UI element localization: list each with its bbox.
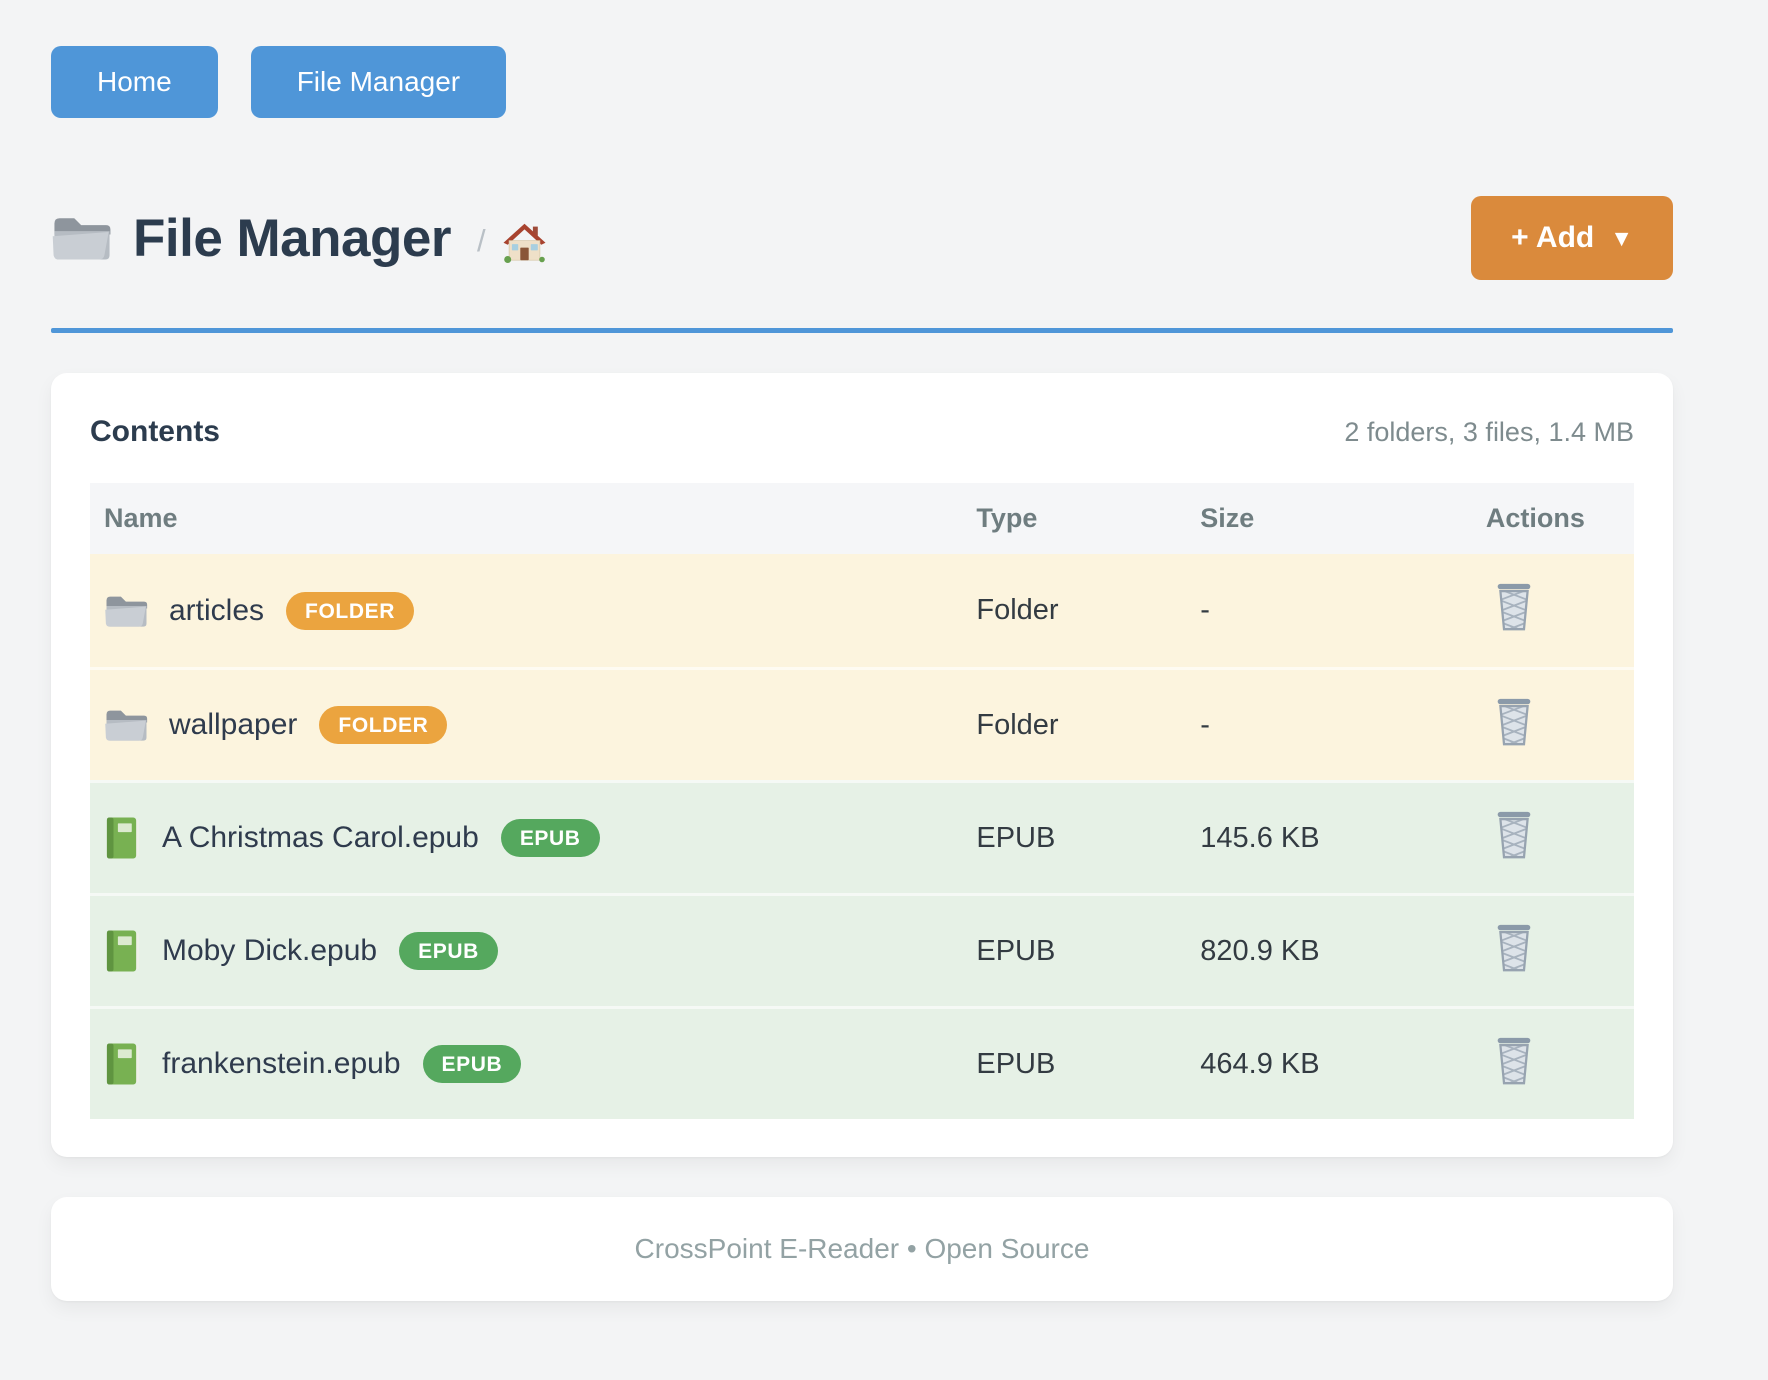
delete-button[interactable]	[1486, 810, 1534, 859]
title-divider	[51, 328, 1673, 333]
file-name-link[interactable]: Moby Dick.epub	[162, 934, 377, 968]
folder-badge: FOLDER	[286, 592, 414, 630]
table-row: frankenstein.epub EPUB EPUB 464.9 KB	[90, 1006, 1634, 1119]
footer-card: CrossPoint E-Reader • Open Source	[51, 1197, 1673, 1301]
folder-icon	[51, 212, 113, 264]
table-header-row: Name Type Size Actions	[90, 483, 1634, 554]
nav-home-button[interactable]: Home	[51, 46, 218, 118]
size-cell: 820.9 KB	[1186, 893, 1472, 1006]
folder-name-link[interactable]: articles	[169, 594, 264, 628]
type-cell: Folder	[962, 554, 1186, 667]
title-group: File Manager /	[51, 208, 547, 269]
size-cell: -	[1186, 667, 1472, 780]
book-icon	[104, 929, 142, 973]
footer-text: CrossPoint E-Reader • Open Source	[635, 1233, 1090, 1265]
add-button[interactable]: + Add ▼	[1471, 196, 1673, 280]
page: Home File Manager File Manager / + Add ▼…	[0, 0, 1768, 1301]
breadcrumb-separator: /	[477, 223, 486, 259]
size-cell: -	[1186, 554, 1472, 667]
folder-icon	[104, 706, 149, 744]
size-cell: 464.9 KB	[1186, 1006, 1472, 1119]
trash-icon	[1494, 810, 1534, 859]
file-name-link[interactable]: A Christmas Carol.epub	[162, 821, 479, 855]
table-row: wallpaper FOLDER Folder -	[90, 667, 1634, 780]
folder-name-link[interactable]: wallpaper	[169, 708, 297, 742]
epub-badge: EPUB	[399, 932, 498, 970]
column-header-actions: Actions	[1472, 483, 1634, 554]
type-cell: Folder	[962, 667, 1186, 780]
caret-down-icon: ▼	[1610, 225, 1633, 252]
house-icon	[502, 221, 547, 263]
column-header-type: Type	[962, 483, 1186, 554]
delete-button[interactable]	[1486, 923, 1534, 972]
contents-summary: 2 folders, 3 files, 1.4 MB	[1344, 417, 1634, 448]
type-cell: EPUB	[962, 780, 1186, 893]
contents-heading: Contents	[90, 415, 220, 449]
type-cell: EPUB	[962, 893, 1186, 1006]
files-table: Name Type Size Actions articles FOLDER F…	[90, 483, 1634, 1119]
table-row: Moby Dick.epub EPUB EPUB 820.9 KB	[90, 893, 1634, 1006]
page-title: File Manager	[133, 208, 451, 269]
epub-badge: EPUB	[501, 819, 600, 857]
file-name-link[interactable]: frankenstein.epub	[162, 1047, 401, 1081]
book-icon	[104, 1042, 142, 1086]
folder-icon	[104, 592, 149, 630]
trash-icon	[1494, 697, 1534, 746]
table-row: articles FOLDER Folder -	[90, 554, 1634, 667]
breadcrumb-home-link[interactable]	[502, 221, 547, 263]
book-icon	[104, 816, 142, 860]
contents-card: Contents 2 folders, 3 files, 1.4 MB Name…	[51, 373, 1673, 1157]
page-header: File Manager / + Add ▼	[51, 196, 1673, 280]
trash-icon	[1494, 923, 1534, 972]
trash-icon	[1494, 582, 1534, 631]
column-header-name: Name	[90, 483, 962, 554]
trash-icon	[1494, 1036, 1534, 1085]
delete-button[interactable]	[1486, 582, 1534, 631]
folder-badge: FOLDER	[319, 706, 447, 744]
contents-card-header: Contents 2 folders, 3 files, 1.4 MB	[90, 415, 1634, 449]
add-button-label: + Add	[1511, 221, 1594, 255]
size-cell: 145.6 KB	[1186, 780, 1472, 893]
delete-button[interactable]	[1486, 1036, 1534, 1085]
column-header-size: Size	[1186, 483, 1472, 554]
delete-button[interactable]	[1486, 697, 1534, 746]
top-nav: Home File Manager	[51, 46, 1673, 118]
type-cell: EPUB	[962, 1006, 1186, 1119]
epub-badge: EPUB	[423, 1045, 522, 1083]
nav-file-manager-button[interactable]: File Manager	[251, 46, 506, 118]
table-row: A Christmas Carol.epub EPUB EPUB 145.6 K…	[90, 780, 1634, 893]
